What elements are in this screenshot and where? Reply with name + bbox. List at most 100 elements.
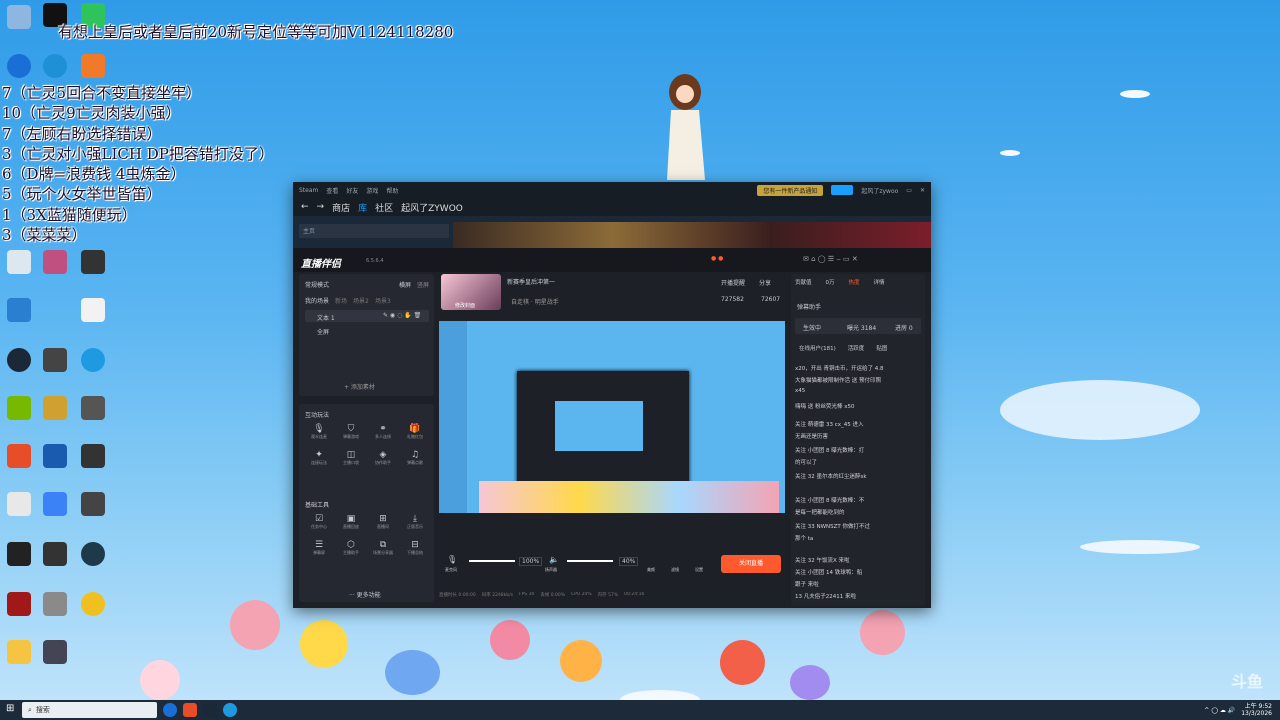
right-tab[interactable]: 0万 bbox=[826, 278, 835, 286]
desktop-icon[interactable] bbox=[32, 640, 78, 666]
source-label[interactable]: 全屏 bbox=[317, 327, 329, 336]
scene-tab[interactable]: 场景2 bbox=[353, 296, 369, 305]
chat-line: 跟子 来啦 bbox=[795, 582, 819, 588]
steam-menu-item[interactable]: 游戏 bbox=[366, 186, 378, 195]
scene-tab[interactable]: 新场 bbox=[335, 296, 347, 305]
right-tab[interactable]: 详情 bbox=[874, 278, 885, 286]
steam-nav-library[interactable]: 库 bbox=[358, 201, 367, 214]
steam-nav-community[interactable]: 社区 bbox=[375, 201, 393, 214]
tool-item[interactable]: ☰ 弹幕屏 bbox=[303, 540, 335, 556]
steam-nav-store[interactable]: 商店 bbox=[332, 201, 350, 214]
live-status-icon[interactable]: ● ● bbox=[711, 255, 723, 262]
share-button[interactable]: 分享 bbox=[759, 278, 771, 287]
steam-menu-item[interactable]: 查看 bbox=[326, 186, 338, 195]
taskbar: ⊞ ⌕ 搜索 ^ ◯ ☁ 🔊 上午 9:52 13/3/2026 bbox=[0, 700, 1280, 720]
tool-item[interactable]: ⧉ 场景分享器 bbox=[367, 540, 399, 556]
close-icon[interactable]: ✕ bbox=[920, 187, 925, 194]
desktop-icon[interactable] bbox=[70, 54, 116, 80]
steam-menu-item[interactable]: 帮助 bbox=[386, 186, 398, 195]
cover-thumbnail[interactable]: 修改封面 bbox=[441, 274, 501, 310]
like-count: 72607 bbox=[761, 296, 781, 303]
desktop-icon[interactable] bbox=[70, 444, 116, 470]
taskbar-app-icon[interactable] bbox=[163, 703, 177, 717]
cover-edit-label: 修改封面 bbox=[455, 303, 476, 309]
back-arrow-icon[interactable]: ← bbox=[301, 202, 309, 212]
desktop-icon[interactable] bbox=[70, 298, 116, 324]
mic-label: 麦克风 bbox=[445, 567, 457, 572]
tool-item[interactable]: ⊞ 直播间 bbox=[367, 514, 399, 530]
speaker-icon[interactable]: 🔈 bbox=[549, 555, 559, 564]
steam-nav-profile[interactable]: 起风了ZYWOO bbox=[401, 201, 463, 214]
tool-item[interactable]: ▣ 直播回放 bbox=[335, 514, 367, 530]
minimize-icon[interactable]: ▭ bbox=[906, 187, 912, 194]
interact-item[interactable]: ⛉ 弹幕游戏 bbox=[335, 424, 367, 440]
taskbar-search[interactable]: ⌕ 搜索 bbox=[22, 702, 157, 718]
beauty-button[interactable]: 美颜 bbox=[647, 567, 655, 573]
source-row[interactable]: 文本 1 ✎ ◉ ◌ ✋ 🗑 bbox=[305, 310, 429, 322]
speaker-percent[interactable]: 40% bbox=[619, 557, 639, 566]
steam-broadcast-button[interactable] bbox=[831, 185, 854, 195]
preview-nested bbox=[555, 401, 643, 451]
stream-title[interactable]: 新赛季皇后冲第一 bbox=[507, 277, 555, 286]
flower bbox=[385, 650, 440, 695]
mode-select[interactable]: 常规模式 bbox=[305, 280, 329, 289]
more-functions-button[interactable]: ··· 更多功能 bbox=[349, 590, 381, 599]
online-tab[interactable]: 在线用户(181) bbox=[799, 344, 836, 352]
interact-item[interactable]: ⚭ 多人连线 bbox=[367, 424, 399, 440]
stop-stream-button[interactable]: 关闭直播 bbox=[721, 555, 781, 573]
taskbar-app-icon[interactable] bbox=[223, 703, 237, 717]
taskbar-steam-icon[interactable] bbox=[203, 703, 217, 717]
desktop-icon[interactable] bbox=[70, 542, 116, 568]
scene-tab[interactable]: 场景3 bbox=[375, 296, 391, 305]
mode-tab[interactable]: 竖屏 bbox=[417, 280, 429, 289]
steam-promo-button[interactable]: 您有一件新产品通知 bbox=[757, 184, 824, 196]
source-tools-icon[interactable]: ✎ ◉ ◌ ✋ 🗑 bbox=[383, 312, 421, 319]
remind-button[interactable]: 开播提醒 bbox=[721, 278, 745, 287]
desktop-icon[interactable] bbox=[0, 298, 42, 324]
tool-item[interactable]: ☑ 任务中心 bbox=[303, 514, 335, 530]
mic-icon[interactable]: 🎙 bbox=[447, 555, 457, 564]
desktop-icon[interactable] bbox=[70, 592, 116, 618]
desktop-icon[interactable] bbox=[70, 250, 116, 276]
interact-item[interactable]: ◫ 主播口袋 bbox=[335, 450, 367, 466]
clock[interactable]: 上午 9:52 13/3/2026 bbox=[1241, 703, 1272, 717]
desktop-icon[interactable] bbox=[70, 396, 116, 422]
stream-category[interactable]: 自走棋 · 明星战手 bbox=[511, 297, 559, 306]
steam-home-field[interactable]: 主页 bbox=[299, 224, 449, 238]
status-bar: 直播时长 0:00:00 码率 2248kb/s FPS 30 丢帧 0.00%… bbox=[439, 592, 787, 604]
mode-tab[interactable]: 横屏 bbox=[399, 280, 411, 289]
mic-slider[interactable] bbox=[469, 560, 515, 562]
right-tab[interactable]: 热度 bbox=[849, 278, 860, 286]
add-source-button[interactable]: + 添加素材 bbox=[344, 382, 375, 391]
steam-menu-item[interactable]: 好友 bbox=[346, 186, 358, 195]
tool-item[interactable]: ⬡ 主播助手 bbox=[335, 540, 367, 556]
interact-item[interactable]: ✦ 连接玩法 bbox=[303, 450, 335, 466]
interact-item[interactable]: 🎙 观众连麦 bbox=[303, 424, 335, 440]
desktop-icon[interactable] bbox=[70, 348, 116, 374]
steam-menu-item[interactable]: Steam bbox=[299, 187, 318, 194]
filter-button[interactable]: 滤镜 bbox=[671, 567, 679, 573]
status-item: 丢帧 0.00% bbox=[540, 593, 566, 598]
tools-panel: 互动玩法 🎙 观众连麦 ⛉ 弹幕游戏 ⚭ 多人连线 🎁 礼物红包 ✦ 连接玩法 ◫ 主播口袋… bbox=[299, 404, 434, 602]
mic-percent[interactable]: 100% bbox=[519, 557, 543, 566]
interact-item[interactable]: 🎁 礼物红包 bbox=[399, 424, 431, 440]
speaker-slider[interactable] bbox=[567, 560, 613, 562]
steam-username[interactable]: 起风了zywoo bbox=[861, 186, 898, 195]
interact-item[interactable]: ◈ 协作助手 bbox=[367, 450, 399, 466]
windows-start-icon[interactable]: ⊞ bbox=[6, 703, 14, 714]
flower bbox=[860, 610, 905, 655]
interact-item[interactable]: ♫ 弹幕点歌 bbox=[399, 450, 431, 466]
online-tab[interactable]: 活跃度 bbox=[848, 344, 865, 352]
right-tab[interactable]: 贡献值 bbox=[795, 278, 812, 286]
desktop-icon[interactable] bbox=[70, 492, 116, 518]
taskbar-app-icon[interactable] bbox=[183, 703, 197, 717]
online-tab[interactable]: 贴图 bbox=[876, 344, 887, 352]
flower bbox=[230, 600, 280, 650]
flower bbox=[140, 660, 180, 700]
settings-button[interactable]: 设置 bbox=[695, 567, 703, 573]
tool-item[interactable]: ⤓ 正版音乐 bbox=[399, 514, 431, 530]
tray-icons[interactable]: ^ ◯ ☁ 🔊 bbox=[1204, 707, 1235, 714]
forward-arrow-icon[interactable]: → bbox=[317, 202, 325, 212]
window-controls[interactable]: ✉ ⌂ ◯ ☰ ‒ ▭ ✕ bbox=[803, 255, 858, 263]
tool-item[interactable]: ⊟ 下播总结 bbox=[399, 540, 431, 556]
